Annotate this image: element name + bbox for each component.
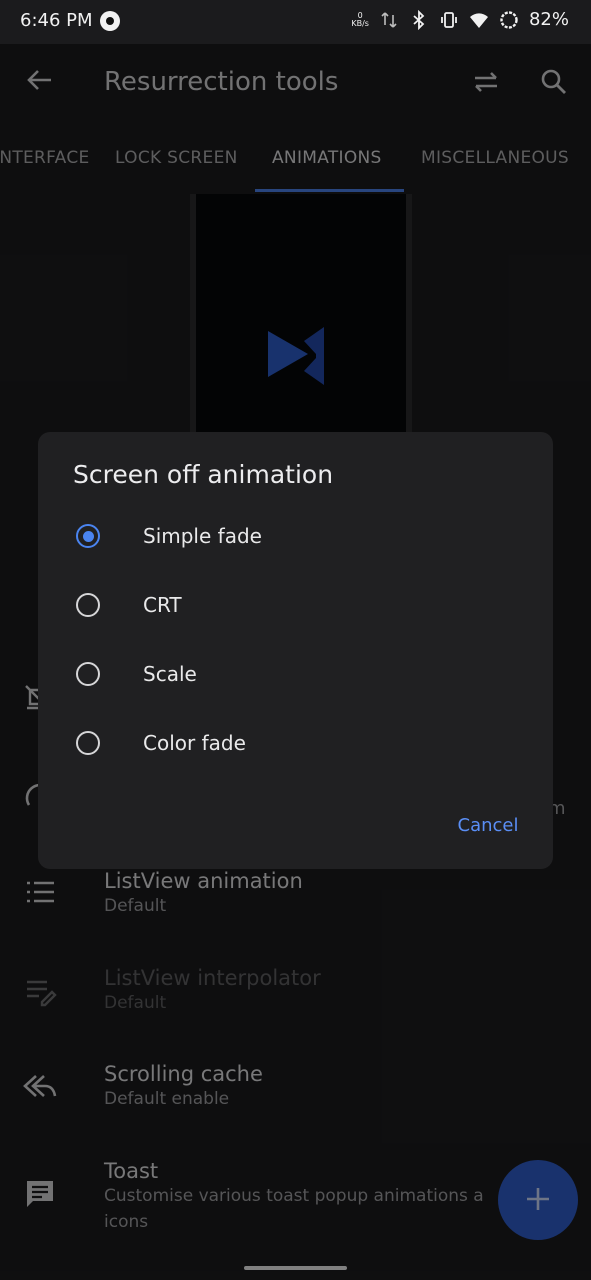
option-simple-fade[interactable]: Simple fade: [60, 508, 530, 568]
battery-icon: [500, 10, 518, 29]
radio-checked-icon[interactable]: [76, 524, 100, 548]
vibrate-icon: [441, 11, 457, 28]
status-time: 6:46 PM: [20, 10, 93, 31]
option-scale[interactable]: Scale: [60, 646, 530, 706]
option-color-fade[interactable]: Color fade: [60, 715, 530, 775]
network-speed: 0 KB/s: [351, 11, 369, 28]
option-label: CRT: [143, 593, 182, 617]
screen-record-icon: [100, 11, 120, 31]
dialog-title: Screen off animation: [73, 460, 334, 489]
wifi-icon: [469, 12, 488, 28]
data-transfer-icon: [381, 11, 397, 28]
option-label: Color fade: [143, 731, 246, 755]
radio-unchecked-icon[interactable]: [76, 731, 100, 755]
radio-unchecked-icon[interactable]: [76, 662, 100, 686]
option-label: Scale: [143, 662, 197, 686]
bluetooth-icon: [413, 9, 425, 30]
network-speed-unit: KB/s: [351, 18, 369, 28]
cancel-button[interactable]: Cancel: [448, 808, 528, 842]
status-icons: 0 KB/s 82%: [351, 9, 569, 30]
option-label: Simple fade: [143, 524, 262, 548]
status-bar: 6:46 PM 0 KB/s 82%: [0, 0, 591, 44]
radio-unchecked-icon[interactable]: [76, 593, 100, 617]
battery-percentage: 82%: [528, 9, 569, 30]
option-crt[interactable]: CRT: [60, 577, 530, 637]
